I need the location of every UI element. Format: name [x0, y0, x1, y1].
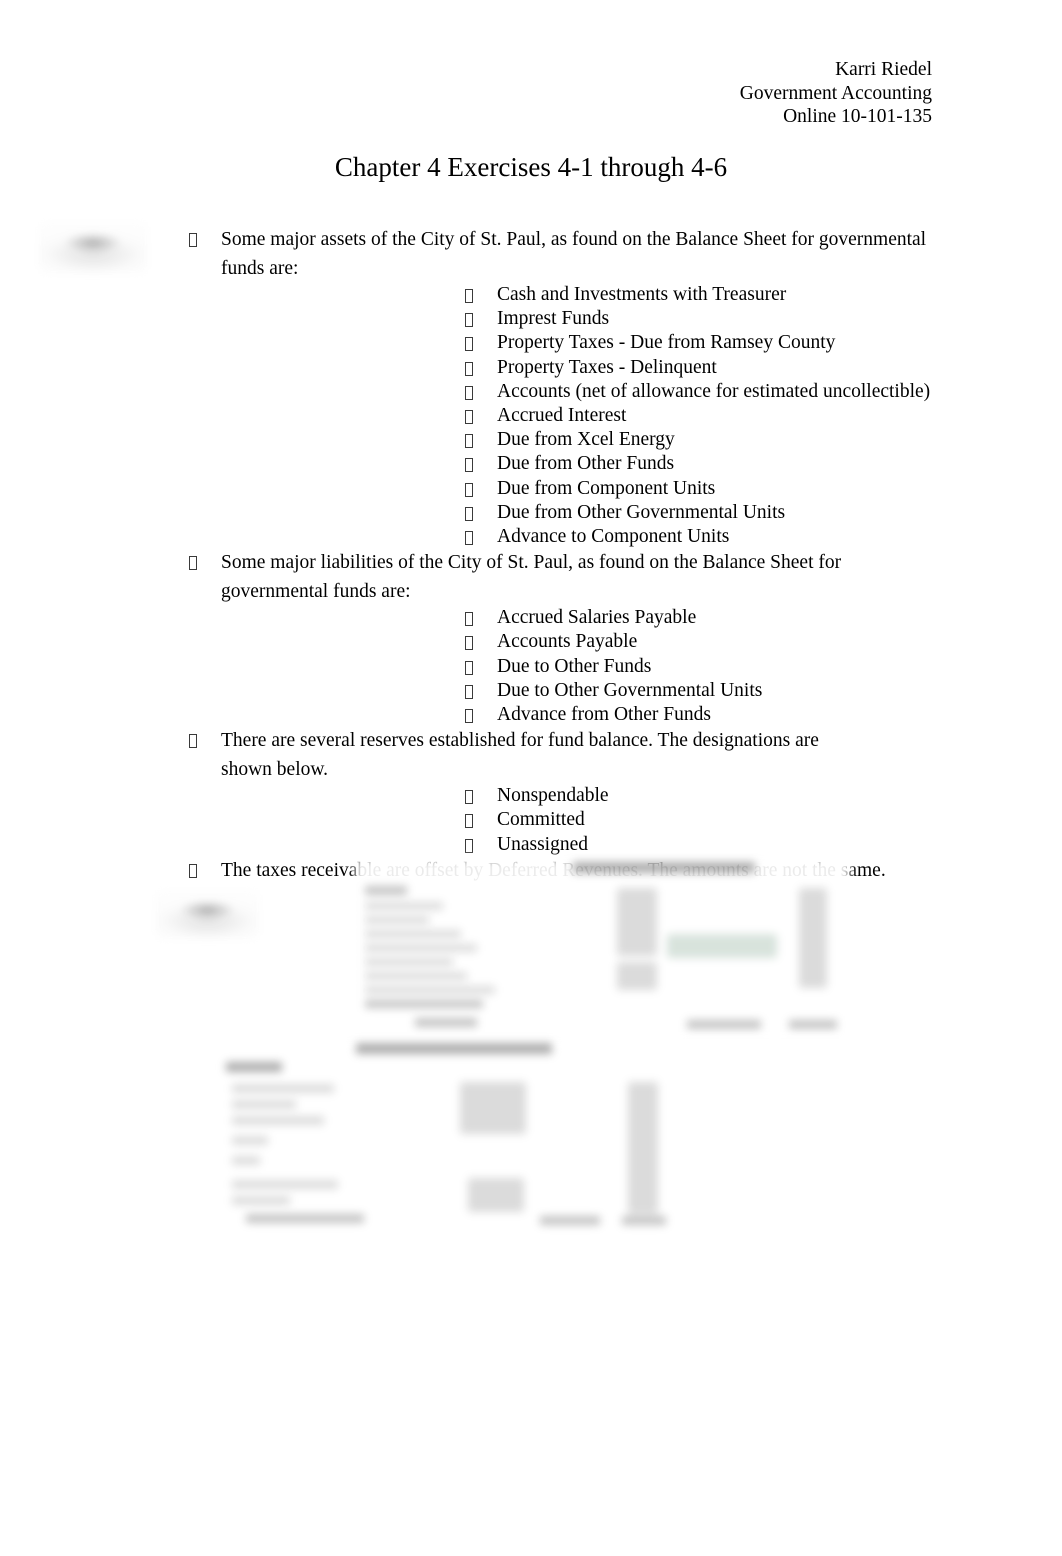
document-page: Karri Riedel Government Accounting Onlin…	[0, 0, 1062, 1556]
list-item: Cash and Investments with Treasurer	[221, 283, 1062, 307]
list-item-text: Some major liabilities of the City of St…	[221, 552, 842, 602]
list-item-text: Nonspendable	[497, 785, 609, 807]
list-item: Some major liabilities of the City of St…	[0, 549, 1062, 727]
list-item-text: Property Taxes - Delinquent	[497, 356, 717, 378]
sub-level-list: Cash and Investments with Treasurer Impr…	[221, 283, 1062, 549]
list-item-text: Imprest Funds	[497, 308, 610, 330]
list-item: Accounts (net of allowance for estimated…	[221, 380, 1062, 404]
bullet-box-icon	[465, 385, 473, 400]
list-item: Accrued Salaries Payable	[221, 606, 1062, 630]
header-section: Online 10-101-135	[783, 106, 932, 127]
bullet-box-icon	[465, 458, 473, 473]
bullet-box-icon	[189, 863, 197, 878]
bullet-box-icon	[465, 482, 473, 497]
bullet-box-icon	[465, 337, 473, 352]
bullet-box-icon	[465, 660, 473, 675]
list-item: Accounts Payable	[221, 630, 1062, 654]
list-item: Advance from Other Funds	[221, 703, 1062, 727]
header-course: Government Accounting	[739, 82, 932, 104]
list-item: Property Taxes - Delinquent	[221, 356, 1062, 380]
list-item-text: There are several reserves established f…	[221, 730, 819, 780]
bullet-box-icon	[465, 289, 473, 303]
bullet-box-icon	[189, 734, 197, 749]
list-item: Due from Other Funds	[221, 452, 1062, 476]
list-item-text: Accounts (net of allowance for estimated…	[497, 380, 931, 402]
list-item-text: Accrued Interest	[497, 405, 627, 427]
list-item: Some major assets of the City of St. Pau…	[0, 226, 1062, 549]
list-item-text: Due from Component Units	[497, 477, 716, 499]
list-item-text: Cash and Investments with Treasurer	[497, 284, 787, 305]
page-title: Chapter 4 Exercises 4-1 through 4-6	[334, 152, 728, 182]
list-item: Due from Xcel Energy	[221, 428, 1062, 452]
list-item: Due to Other Funds	[221, 655, 1062, 679]
sub-level-list: Accrued Salaries Payable Accounts Payabl…	[221, 606, 1062, 727]
margin-badge-lower-image	[155, 890, 260, 940]
list-item: There are several reserves established f…	[0, 727, 1062, 857]
list-item-text: Accrued Salaries Payable	[497, 607, 697, 629]
list-item-text: Unassigned	[497, 833, 588, 855]
list-item-text: Due from Other Funds	[497, 453, 675, 475]
bullet-box-icon	[465, 709, 473, 724]
list-item-text: Some major assets of the City of St. Pau…	[221, 229, 927, 279]
list-item-text: Due to Other Governmental Units	[497, 679, 763, 701]
list-item-text: Advance from Other Funds	[497, 704, 711, 726]
bullet-box-icon	[465, 612, 473, 627]
bullet-box-icon	[465, 636, 473, 651]
list-item: Committed	[221, 808, 1062, 832]
list-item: Unassigned	[221, 833, 1062, 857]
bullet-box-icon	[465, 838, 473, 853]
list-item: Due from Component Units	[221, 477, 1062, 501]
list-item-text: Accounts Payable	[497, 631, 638, 653]
list-item: Nonspendable	[221, 784, 1062, 808]
list-item: Due to Other Governmental Units	[221, 679, 1062, 703]
bullet-box-icon	[465, 684, 473, 699]
list-item: Accrued Interest	[221, 404, 1062, 428]
top-level-list: Some major assets of the City of St. Pau…	[0, 226, 1062, 885]
bullet-box-icon	[465, 790, 473, 805]
bullet-box-icon	[465, 814, 473, 829]
exercise-answer-list: Some major assets of the City of St. Pau…	[0, 226, 1062, 885]
bullet-box-icon	[465, 361, 473, 376]
list-item: Imprest Funds	[221, 307, 1062, 331]
bullet-box-icon	[465, 506, 473, 521]
bullet-box-icon	[465, 434, 473, 449]
header-author: Karri Riedel	[835, 59, 932, 80]
list-item-text: Property Taxes - Due from Ramsey County	[497, 332, 836, 354]
list-item-text: Committed	[497, 809, 585, 831]
bullet-box-icon	[465, 410, 473, 425]
bullet-box-icon	[465, 531, 473, 546]
list-item: Property Taxes - Due from Ramsey County	[221, 331, 1062, 355]
bullet-box-icon	[189, 233, 197, 247]
balance-sheet-liabilities-image	[210, 1040, 690, 1256]
list-item-text: Due from Xcel Energy	[497, 429, 675, 451]
list-item-text: Advance to Component Units	[497, 526, 730, 548]
list-item: Advance to Component Units	[221, 525, 1062, 549]
list-item-text: Due to Other Funds	[497, 655, 652, 677]
list-item-text: Due from Other Governmental Units	[497, 501, 786, 523]
list-item: Due from Other Governmental Units	[221, 501, 1062, 525]
sub-level-list: Nonspendable Committed Unassigned	[221, 784, 1062, 857]
document-header: Karri Riedel Government Accounting Onlin…	[740, 58, 932, 129]
bullet-box-icon	[465, 313, 473, 328]
balance-sheet-assets-image	[355, 858, 850, 1040]
bullet-box-icon	[189, 556, 197, 571]
